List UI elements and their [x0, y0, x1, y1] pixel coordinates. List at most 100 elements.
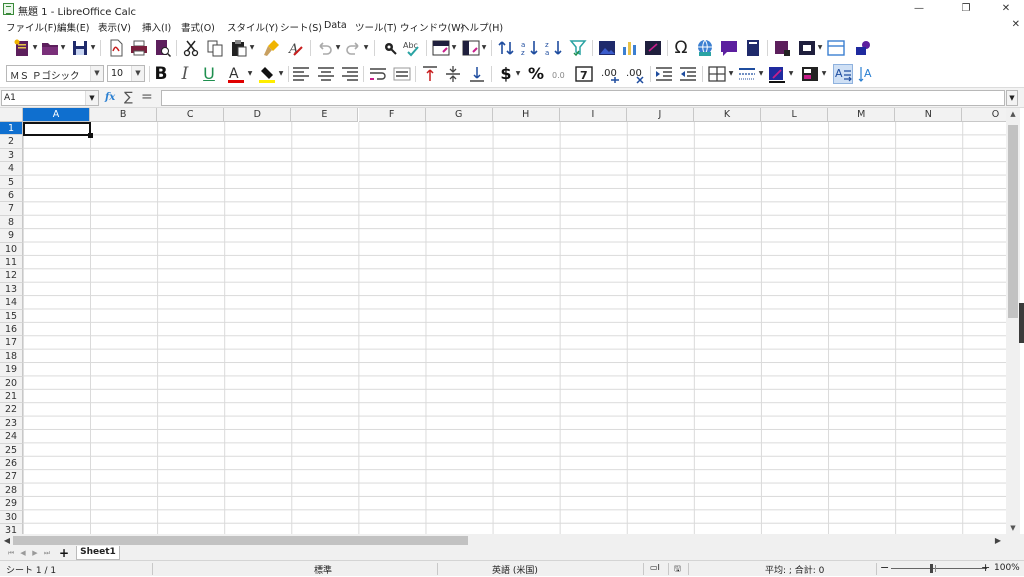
menu-format[interactable]: 書式(O) [181, 20, 215, 34]
name-box-chevron-icon[interactable]: ▼ [85, 91, 98, 105]
formula-button[interactable]: = [141, 89, 153, 105]
formula-input[interactable] [161, 90, 1005, 106]
column-header-o[interactable]: O [962, 108, 1006, 122]
paste-icon[interactable] [229, 38, 249, 58]
percent-format-button[interactable]: % [526, 64, 546, 84]
row-header-3[interactable]: 3 [0, 148, 23, 163]
column-header-e[interactable]: E [291, 108, 359, 122]
previous-sheet-icon[interactable]: ◀ [18, 548, 28, 559]
row-header-28[interactable]: 28 [0, 483, 23, 498]
column-header-j[interactable]: J [626, 108, 694, 122]
row-dropdown-chevron-icon[interactable]: ▼ [451, 38, 457, 58]
align-right-icon[interactable] [340, 64, 360, 84]
row-icon[interactable] [431, 38, 451, 58]
new-dropdown-chevron-icon[interactable]: ▼ [32, 38, 38, 58]
scroll-down-arrow-icon[interactable]: ▼ [1006, 522, 1020, 534]
function-wizard-button[interactable]: fx [105, 90, 121, 106]
open-folder-icon[interactable] [40, 38, 60, 58]
copy-icon[interactable] [205, 38, 225, 58]
row-header-9[interactable]: 9 [0, 229, 23, 243]
open-dropdown-chevron-icon[interactable]: ▼ [60, 38, 66, 58]
font-name-chevron-icon[interactable]: ▼ [90, 66, 103, 81]
undo-icon[interactable] [315, 38, 335, 58]
number-format-icon[interactable]: 0.0 [550, 64, 570, 84]
row-header-31[interactable]: 31 [0, 524, 23, 534]
row-header-7[interactable]: 7 [0, 202, 23, 216]
row-header-27[interactable]: 27 [0, 470, 23, 484]
vertical-scroll-thumb[interactable] [1008, 125, 1018, 318]
horizontal-scrollbar[interactable]: ◀ ▶ [0, 534, 1006, 547]
zoom-level[interactable]: 100% [994, 563, 1020, 573]
save-dropdown-chevron-icon[interactable]: ▼ [90, 38, 96, 58]
zoom-slider-track[interactable] [891, 568, 987, 569]
row-header-26[interactable]: 26 [0, 457, 23, 471]
column-header-n[interactable]: N [895, 108, 963, 122]
split-window-icon[interactable] [826, 38, 846, 58]
column-header-g[interactable]: G [425, 108, 493, 122]
row-header-25[interactable]: 25 [0, 443, 23, 457]
name-box[interactable]: A1 ▼ [1, 90, 99, 106]
sort-descending-icon[interactable]: za [544, 38, 564, 58]
clear-formatting-icon[interactable]: A [286, 38, 306, 58]
sheet-tab-sheet1[interactable]: Sheet1 [76, 546, 120, 560]
paste-dropdown-chevron-icon[interactable]: ▼ [249, 38, 255, 58]
minimize-button[interactable]: — [904, 0, 934, 18]
column-header-d[interactable]: D [224, 108, 292, 122]
zoom-out-button[interactable]: − [880, 561, 889, 574]
column-header-m[interactable]: M [828, 108, 896, 122]
align-left-icon[interactable] [291, 64, 311, 84]
last-sheet-icon[interactable]: ⏭ [42, 548, 52, 559]
restore-button[interactable]: ❐ [951, 0, 981, 18]
menu-tools[interactable]: ツール(T) [355, 20, 397, 34]
currency-format-button[interactable]: $ [496, 64, 516, 84]
column-header-h[interactable]: H [492, 108, 560, 122]
freeze-dropdown-chevron-icon[interactable]: ▼ [817, 38, 823, 58]
menu-edit[interactable]: 編集(E) [57, 20, 89, 34]
column-header-c[interactable]: C [157, 108, 225, 122]
pivot-table-icon[interactable] [643, 38, 663, 58]
wrap-text-icon[interactable] [368, 64, 388, 84]
special-character-icon[interactable]: Ω [671, 38, 691, 58]
delete-decimal-place-icon[interactable]: .00 [626, 64, 646, 84]
row-header-12[interactable]: 12 [0, 269, 23, 283]
row-header-19[interactable]: 19 [0, 363, 23, 377]
row-header-15[interactable]: 15 [0, 309, 23, 323]
autospell-toggle-icon[interactable]: A [833, 64, 853, 84]
align-bottom-icon[interactable] [467, 64, 487, 84]
row-header-5[interactable]: 5 [0, 175, 23, 189]
row-header-4[interactable]: 4 [0, 162, 23, 176]
sidebar-handle[interactable] [1019, 303, 1024, 343]
select-all-corner[interactable] [0, 108, 23, 122]
row-header-16[interactable]: 16 [0, 323, 23, 337]
print-preview-icon[interactable] [152, 38, 172, 58]
row-header-21[interactable]: 21 [0, 390, 23, 404]
insert-chart-icon[interactable] [620, 38, 640, 58]
scroll-up-arrow-icon[interactable]: ▲ [1006, 108, 1020, 120]
row-header-8[interactable]: 8 [0, 215, 23, 230]
print-icon[interactable] [129, 38, 149, 58]
menu-styles[interactable]: スタイル(Y) [227, 20, 278, 34]
row-header-20[interactable]: 20 [0, 376, 23, 390]
insert-image-icon[interactable] [597, 38, 617, 58]
row-header-30[interactable]: 30 [0, 510, 23, 524]
row-header-1[interactable]: 1 [0, 122, 23, 136]
autofilter-icon[interactable] [568, 38, 588, 58]
show-draw-functions-icon[interactable] [853, 38, 873, 58]
increase-indent-icon[interactable] [654, 64, 674, 84]
undo-dropdown-chevron-icon[interactable]: ▼ [335, 38, 341, 58]
scroll-right-arrow-icon[interactable]: ▶ [992, 534, 1004, 547]
italic-button[interactable]: I [175, 64, 195, 84]
row-header-11[interactable]: 11 [0, 256, 23, 270]
column-header-k[interactable]: K [694, 108, 762, 122]
font-color-icon[interactable]: A [226, 64, 246, 84]
save-icon[interactable] [70, 38, 90, 58]
conditional-formatting-icon[interactable] [800, 64, 820, 84]
font-size-chevron-icon[interactable]: ▼ [131, 66, 144, 81]
conditional-formatting-chevron-icon[interactable]: ▼ [821, 64, 827, 84]
menu-data[interactable]: Data [324, 20, 347, 31]
highlight-color-chevron-icon[interactable]: ▼ [278, 64, 284, 84]
row-header-24[interactable]: 24 [0, 430, 23, 444]
export-pdf-icon[interactable] [106, 38, 126, 58]
sort-icon[interactable] [496, 38, 516, 58]
bold-button[interactable]: B [151, 64, 171, 84]
